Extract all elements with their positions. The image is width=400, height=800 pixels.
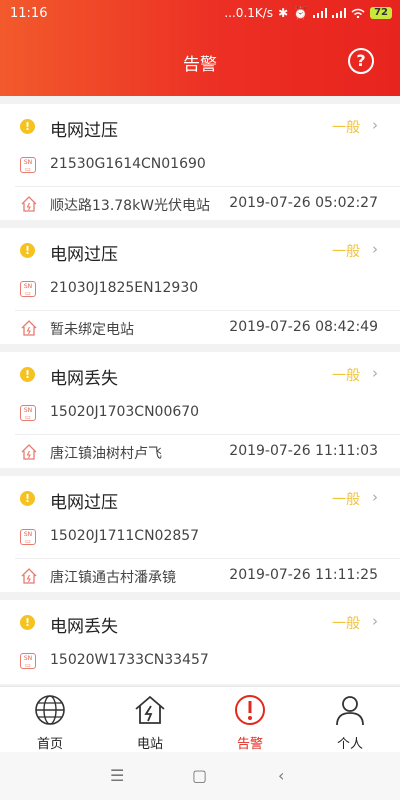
sn-icon: SN ▭ [20,653,36,669]
alarm-card[interactable]: ! 电网丢失 一般 › SN ▭ 15020J1703CN00670 唐江镇油树村… [0,352,400,468]
station-name: 唐江镇油树村卢飞 [50,446,162,462]
help-button[interactable]: ? [348,48,374,74]
alarm-type: 电网过压 [50,245,118,265]
alert-circle-icon [235,695,265,725]
divider [15,186,400,187]
alarm-header[interactable]: ! 电网丢失 一般 › [0,600,400,642]
alarm-time: 2019-07-26 05:02:27 [229,195,378,211]
alarm-header[interactable]: ! 电网丢失 一般 › [0,352,400,394]
house-lightning-icon [135,695,165,724]
alarm-clock-icon: ⏰ [293,6,309,20]
station-name: 顺达路13.78kW光伏电站 [50,198,211,214]
serial-row: SN ▭ 15020J1703CN00670 [0,400,400,428]
sn-icon: SN ▭ [20,281,36,297]
signal-icon [332,8,347,18]
alarm-header[interactable]: ! 电网过压 一般 › [0,476,400,518]
alarm-level: 一般 [332,368,360,384]
serial-number: 15020J1711CN02857 [50,528,200,544]
bluetooth-icon: ✱ [278,6,289,20]
alarm-type: 电网丢失 [50,369,118,389]
station-row: 顺达路13.78kW光伏电站 2019-07-26 05:02:27 [0,192,400,220]
divider [15,558,400,559]
alarm-list[interactable]: ! 电网过压 一般 › SN ▭ 21530G1614CN01690 顺达路13.… [0,104,400,684]
alarm-time: 2019-07-26 08:42:49 [229,319,378,335]
warning-icon: ! [20,615,35,630]
chevron-right-icon: › [372,612,378,630]
bottom-tab-bar: 首页 电站 告警 个人 [0,686,400,752]
alarm-time: 2019-07-26 11:11:03 [229,443,378,459]
alarm-type: 电网丢失 [50,617,118,637]
serial-row: SN ▭ 15020W1733CN33457 [0,648,400,676]
chevron-right-icon: › [372,240,378,258]
station-row: 唐江镇油树村卢飞 2019-07-26 11:11:03 [0,440,400,468]
home-square-icon[interactable]: ▢ [192,766,207,785]
alarm-header[interactable]: ! 电网过压 一般 › [0,228,400,270]
warning-icon: ! [20,119,35,134]
alarm-time: 2019-07-26 11:11:25 [229,567,378,583]
wifi-icon [351,8,365,18]
signal-icon [313,8,328,18]
sn-icon: SN ▭ [20,529,36,545]
menu-icon[interactable]: ☰ [110,766,124,785]
warning-icon: ! [20,367,35,382]
globe-icon [35,695,65,725]
chevron-right-icon: › [372,364,378,382]
status-bar: 11:16 ...0.1K/s ✱ ⏰ 72 [0,0,400,28]
header-bar: 11:16 ...0.1K/s ✱ ⏰ 72 告警 ? [0,0,400,96]
divider [15,310,400,311]
alarm-card[interactable]: ! 电网过压 一般 › SN ▭ 21030J1825EN12930 暂未绑定电站… [0,228,400,344]
station-house-icon [21,568,37,584]
tab-alarm[interactable]: 告警 [200,687,300,752]
station-house-icon [21,320,37,336]
alarm-header[interactable]: ! 电网过压 一般 › [0,104,400,146]
status-indicators: ...0.1K/s ✱ ⏰ 72 [224,6,392,20]
alarm-level: 一般 [332,244,360,260]
sn-icon: SN ▭ [20,405,36,421]
alarm-card[interactable]: ! 电网丢失 一般 › SN ▭ 15020W1733CN33457 [0,600,400,684]
alarm-card[interactable]: ! 电网过压 一般 › SN ▭ 21530G1614CN01690 顺达路13.… [0,104,400,220]
alarm-level: 一般 [332,492,360,508]
station-name: 唐江镇通古村潘承镜 [50,570,176,586]
tab-label: 首页 [36,737,63,752]
alarm-level: 一般 [332,120,360,136]
serial-row: SN ▭ 15020J1711CN02857 [0,524,400,552]
page-title: 告警 [183,55,217,75]
station-house-icon [21,196,37,212]
chevron-right-icon: › [372,116,378,134]
alarm-level: 一般 [332,616,360,632]
warning-icon: ! [20,491,35,506]
tab-profile[interactable]: 个人 [300,687,400,752]
serial-row: SN ▭ 21530G1614CN01690 [0,152,400,180]
alarm-type: 电网过压 [50,493,118,513]
chevron-right-icon: › [372,488,378,506]
station-name: 暂未绑定电站 [50,322,134,338]
alarm-type: 电网过压 [50,121,118,141]
person-icon [336,696,364,726]
tab-label: 个人 [336,737,363,752]
station-house-icon [21,444,37,460]
serial-number: 15020W1733CN33457 [50,652,209,668]
status-time: 11:16 [10,6,48,21]
back-icon[interactable]: ‹ [278,766,284,785]
serial-number: 21530G1614CN01690 [50,156,206,172]
station-row: 唐江镇通古村潘承镜 2019-07-26 11:11:25 [0,564,400,592]
network-speed: ...0.1K/s [224,6,274,20]
station-row: 暂未绑定电站 2019-07-26 08:42:49 [0,316,400,344]
sn-icon: SN ▭ [20,157,36,173]
serial-number: 15020J1703CN00670 [50,404,200,420]
warning-icon: ! [20,243,35,258]
tab-label: 告警 [236,737,263,752]
tab-label: 电站 [136,737,163,752]
tab-home[interactable]: 首页 [0,687,100,752]
serial-number: 21030J1825EN12930 [50,280,199,296]
battery-icon: 72 [370,7,392,19]
divider [15,434,400,435]
alarm-card[interactable]: ! 电网过压 一般 › SN ▭ 15020J1711CN02857 唐江镇通古村… [0,476,400,592]
tab-station[interactable]: 电站 [100,687,200,752]
system-nav-bar: ☰ ▢ ‹ [0,752,400,800]
serial-row: SN ▭ 21030J1825EN12930 [0,276,400,304]
